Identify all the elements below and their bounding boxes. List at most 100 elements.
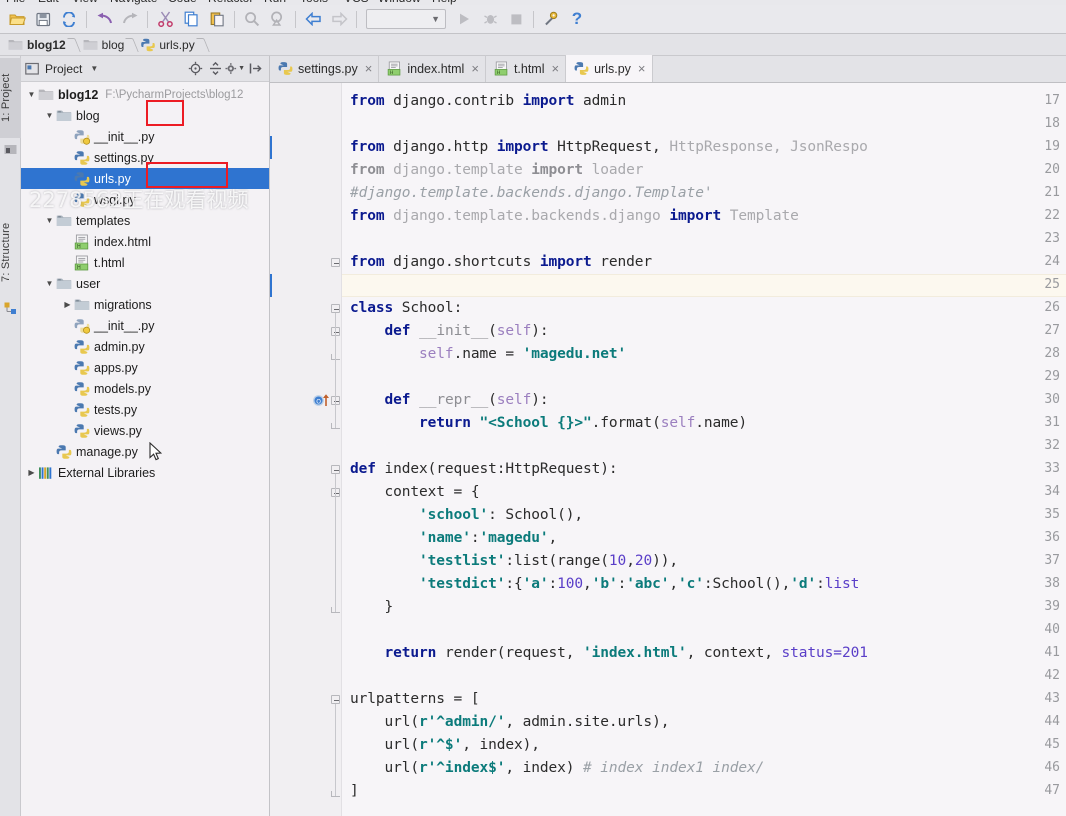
breadcrumb-item-blog12[interactable]: blog12 bbox=[6, 34, 68, 56]
paste-icon[interactable] bbox=[204, 7, 230, 31]
chevron-right-icon[interactable]: ▶ bbox=[61, 298, 74, 311]
find-icon[interactable] bbox=[239, 7, 265, 31]
close-icon[interactable]: × bbox=[552, 61, 560, 76]
breadcrumb-item-blog[interactable]: blog bbox=[81, 34, 127, 56]
tree-item-manage-py[interactable]: manage.py bbox=[21, 441, 269, 462]
tree-item-blog[interactable]: ▼ blog bbox=[21, 105, 269, 126]
tree-item-t-html[interactable]: Ht.html bbox=[21, 252, 269, 273]
main-toolbar: ▼ ? bbox=[0, 5, 1066, 34]
tree-item-label: manage.py bbox=[76, 444, 138, 459]
left-tool-strip: 1: Project 7: Structure bbox=[0, 56, 21, 816]
tree-item-label: t.html bbox=[94, 255, 125, 270]
collapse-all-icon[interactable] bbox=[205, 59, 225, 79]
tree-item-blog12[interactable]: ▼ blog12 F:\PycharmProjects\blog12 bbox=[21, 84, 269, 105]
editor-tab-label: index.html bbox=[407, 61, 465, 76]
toolbar-separator bbox=[356, 10, 357, 28]
fold-toggle[interactable] bbox=[331, 258, 341, 268]
code-line: from django.template.backends.django imp… bbox=[350, 208, 799, 224]
tree-item-templates[interactable]: ▼ templates bbox=[21, 210, 269, 231]
stop-icon[interactable] bbox=[503, 7, 529, 31]
fold-region-line bbox=[335, 313, 336, 428]
run-icon[interactable] bbox=[451, 7, 477, 31]
gear-icon[interactable]: ▼ bbox=[225, 59, 245, 79]
tree-item-external-libraries[interactable]: ▶ External Libraries bbox=[21, 462, 269, 483]
tree-item-label: __init__.py bbox=[94, 129, 155, 144]
code-line: } bbox=[350, 599, 394, 615]
debug-icon[interactable] bbox=[477, 7, 503, 31]
python-file-icon bbox=[74, 423, 90, 438]
editor-tab-settings-py[interactable]: settings.py × bbox=[270, 55, 380, 82]
forward-icon[interactable] bbox=[326, 7, 352, 31]
undo-icon[interactable] bbox=[91, 7, 117, 31]
sidebar-tab-structure[interactable]: 7: Structure bbox=[0, 206, 21, 298]
editor-tab-t-html[interactable]: Ht.html × bbox=[486, 55, 567, 82]
tree-item-label: tests.py bbox=[94, 402, 138, 417]
project-panel-title: Project bbox=[45, 61, 83, 76]
editor-tab-urls-py[interactable]: urls.py × bbox=[566, 55, 653, 82]
close-icon[interactable]: × bbox=[365, 61, 373, 76]
tree-item-models-py[interactable]: models.py bbox=[21, 378, 269, 399]
tree-item---init---py[interactable]: __init__.py bbox=[21, 315, 269, 336]
breadcrumb-item-urlspy[interactable]: urls.py bbox=[139, 34, 196, 56]
fold-toggle[interactable] bbox=[331, 327, 341, 337]
code-line: return "<School {}>".format(self.name) bbox=[419, 415, 748, 431]
fold-toggle[interactable] bbox=[331, 396, 341, 406]
code-line: def index(request:HttpRequest): bbox=[350, 461, 618, 477]
fold-toggle[interactable] bbox=[331, 465, 341, 475]
back-icon[interactable] bbox=[300, 7, 326, 31]
tree-item-migrations[interactable]: ▶ migrations bbox=[21, 294, 269, 315]
sidebar-tab-project[interactable]: 1: Project bbox=[0, 58, 21, 138]
replace-icon[interactable] bbox=[265, 7, 291, 31]
chevron-down-icon[interactable]: ▼ bbox=[43, 109, 56, 122]
chevron-down-icon[interactable]: ▼ bbox=[43, 214, 56, 227]
copy-icon[interactable] bbox=[178, 7, 204, 31]
gutter-caret-marker bbox=[270, 136, 272, 159]
chevron-down-icon[interactable]: ▼ bbox=[25, 88, 38, 101]
cut-icon[interactable] bbox=[152, 7, 178, 31]
tree-item-user[interactable]: ▼ user bbox=[21, 273, 269, 294]
close-icon[interactable]: × bbox=[471, 61, 479, 76]
fold-toggle[interactable] bbox=[331, 488, 341, 498]
fold-toggle[interactable] bbox=[331, 695, 341, 705]
folder-blue-icon bbox=[56, 110, 72, 121]
tree-item-label: blog bbox=[76, 108, 100, 123]
help-icon[interactable]: ? bbox=[564, 7, 590, 31]
chevron-down-icon[interactable]: ▼ bbox=[90, 64, 98, 73]
override-method-marker[interactable]: O bbox=[312, 393, 329, 407]
fold-column[interactable] bbox=[330, 83, 342, 816]
editor-tab-label: t.html bbox=[513, 61, 545, 76]
tree-item-wsgi-py[interactable]: wsgi.py bbox=[21, 189, 269, 210]
tree-item-views-py[interactable]: views.py bbox=[21, 420, 269, 441]
locate-icon[interactable] bbox=[185, 59, 205, 79]
close-icon[interactable]: × bbox=[638, 61, 646, 76]
code-line: url(r'^index$', index) # index index1 in… bbox=[350, 760, 765, 776]
settings-wrench-icon[interactable] bbox=[538, 7, 564, 31]
tree-item-tests-py[interactable]: tests.py bbox=[21, 399, 269, 420]
project-tree[interactable]: ▼ blog12 F:\PycharmProjects\blog12 ▼ blog __i… bbox=[21, 82, 269, 483]
code-text-area[interactable]: from django.contrib import admin from dja… bbox=[342, 83, 1066, 816]
sync-icon[interactable] bbox=[56, 7, 82, 31]
chevron-down-icon[interactable]: ▼ bbox=[43, 277, 56, 290]
code-editor[interactable]: O 17 18 19 20 21 22 23 24 25 26 27 28 29 30 31 32 33 34 35… bbox=[270, 83, 1066, 816]
chevron-right-icon[interactable]: ▶ bbox=[25, 466, 38, 479]
editor-tab-bar[interactable]: settings.py × Hindex.html × Ht.html × urls.py × bbox=[270, 55, 1066, 83]
open-folder-icon[interactable] bbox=[4, 7, 30, 31]
python-file-icon bbox=[74, 171, 90, 186]
tree-item-urls-py[interactable]: urls.py bbox=[21, 168, 269, 189]
tree-item---init---py[interactable]: __init__.py bbox=[21, 126, 269, 147]
code-line: urlpatterns = [ bbox=[350, 691, 480, 707]
hide-panel-icon[interactable] bbox=[245, 59, 265, 79]
tree-item-apps-py[interactable]: apps.py bbox=[21, 357, 269, 378]
editor-tab-index-html[interactable]: Hindex.html × bbox=[379, 55, 486, 82]
save-all-icon[interactable] bbox=[30, 7, 56, 31]
tree-item-index-html[interactable]: Hindex.html bbox=[21, 231, 269, 252]
tree-item-settings-py[interactable]: settings.py bbox=[21, 147, 269, 168]
tree-item-label: blog12 bbox=[58, 87, 99, 102]
chevron-down-icon: ▼ bbox=[431, 14, 440, 24]
redo-icon[interactable] bbox=[117, 7, 143, 31]
tree-item-admin-py[interactable]: admin.py bbox=[21, 336, 269, 357]
run-configuration-select[interactable]: ▼ bbox=[366, 9, 446, 29]
fold-toggle[interactable] bbox=[331, 304, 341, 314]
